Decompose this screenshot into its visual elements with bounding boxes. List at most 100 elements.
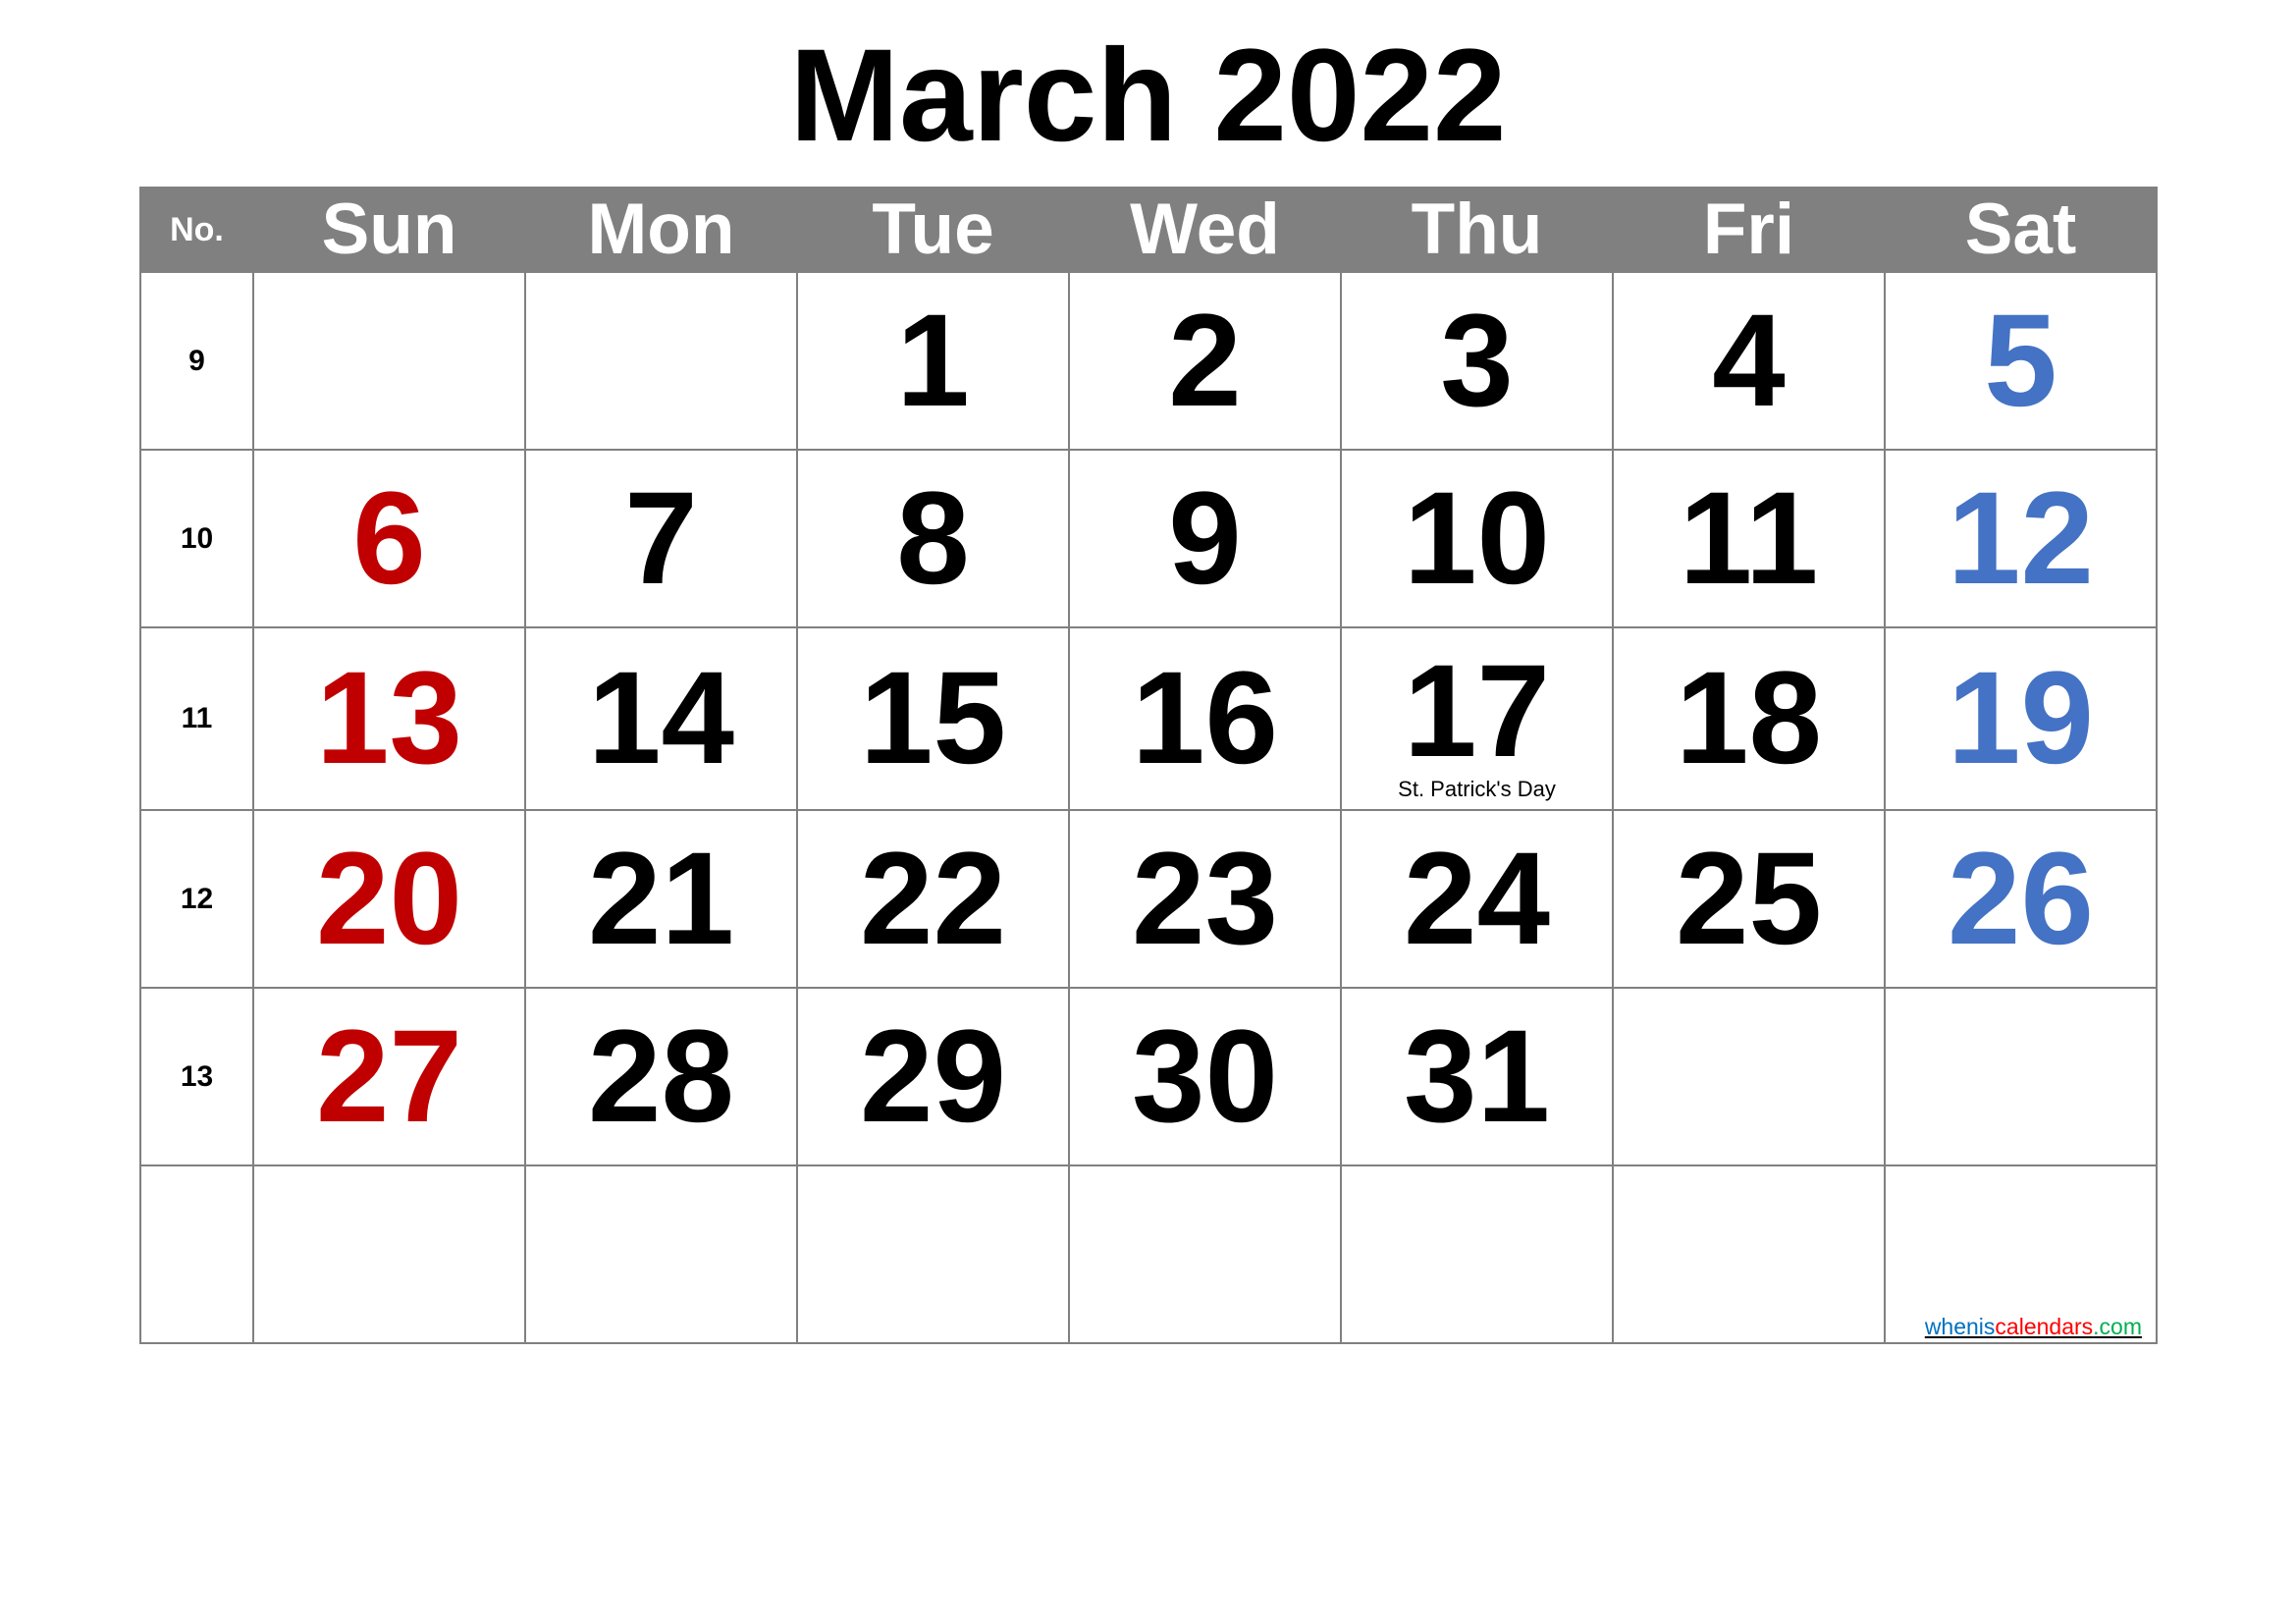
weekday-header-thu: Thu: [1340, 187, 1614, 273]
day-number: 19: [1947, 645, 2095, 791]
week-row: 10 6 7 8 9 10 11 12: [139, 449, 2158, 628]
day-cell-tue[interactable]: [796, 1164, 1070, 1344]
day-cell-thu[interactable]: 10: [1340, 449, 1614, 628]
weekday-header-mon: Mon: [524, 187, 798, 273]
day-number: 16: [1131, 645, 1279, 791]
day-number: 24: [1403, 825, 1551, 972]
day-number: 31: [1403, 1002, 1551, 1150]
day-number: 6: [352, 464, 426, 612]
day-number: 13: [315, 645, 463, 791]
week-number: 13: [139, 987, 254, 1166]
day-cell-fri[interactable]: 25: [1612, 809, 1886, 989]
day-number: 26: [1947, 825, 2095, 972]
weekday-header-row: No. Sun Mon Tue Wed Thu Fri Sat: [139, 187, 2158, 273]
day-cell-sat[interactable]: 12: [1884, 449, 2158, 628]
day-cell-tue[interactable]: 8: [796, 449, 1070, 628]
day-number: 12: [1947, 464, 2095, 612]
day-cell-wed[interactable]: 2: [1068, 271, 1342, 451]
day-cell-wed[interactable]: 16: [1068, 626, 1342, 811]
day-cell-sat[interactable]: [1884, 987, 2158, 1166]
day-cell-sun[interactable]: 6: [252, 449, 526, 628]
day-number: 25: [1675, 825, 1823, 972]
week-number: 12: [139, 809, 254, 989]
day-cell-mon[interactable]: [524, 271, 798, 451]
day-cell-sat[interactable]: 5: [1884, 271, 2158, 451]
day-cell-sun[interactable]: 27: [252, 987, 526, 1166]
day-cell-mon[interactable]: 21: [524, 809, 798, 989]
day-number: 2: [1168, 287, 1242, 434]
day-number: 5: [1984, 287, 2057, 434]
day-number: 4: [1712, 287, 1786, 434]
day-number: 10: [1403, 464, 1551, 612]
weekday-header-wed: Wed: [1068, 187, 1342, 273]
day-cell-fri[interactable]: 18: [1612, 626, 1886, 811]
day-number: 9: [1168, 464, 1242, 612]
week-number: [139, 1164, 254, 1344]
day-cell-tue[interactable]: 22: [796, 809, 1070, 989]
day-cell-fri[interactable]: [1612, 987, 1886, 1166]
website-link-part1[interactable]: whenis: [1925, 1314, 1996, 1339]
day-cell-fri[interactable]: [1612, 1164, 1886, 1344]
day-cell-mon[interactable]: 28: [524, 987, 798, 1166]
day-cell-sun[interactable]: [252, 271, 526, 451]
day-number: 23: [1131, 825, 1279, 972]
week-number-header: No.: [139, 187, 254, 273]
day-cell-wed[interactable]: 9: [1068, 449, 1342, 628]
day-number: 1: [896, 287, 970, 434]
day-cell-mon[interactable]: 14: [524, 626, 798, 811]
day-cell-thu[interactable]: 3: [1340, 271, 1614, 451]
week-number: 10: [139, 449, 254, 628]
day-cell-mon[interactable]: 7: [524, 449, 798, 628]
day-cell-wed[interactable]: 30: [1068, 987, 1342, 1166]
day-number: 14: [587, 645, 735, 791]
calendar-grid: No. Sun Mon Tue Wed Thu Fri Sat 9 1 2 3 4 5 10…: [139, 187, 2158, 1344]
day-number: 11: [1679, 464, 1819, 612]
week-number: 9: [139, 271, 254, 451]
day-cell-thu[interactable]: 24: [1340, 809, 1614, 989]
day-cell-fri[interactable]: 4: [1612, 271, 1886, 451]
day-number: 17: [1403, 638, 1551, 785]
day-cell-wed[interactable]: 23: [1068, 809, 1342, 989]
weekday-header-fri: Fri: [1612, 187, 1886, 273]
day-cell-fri[interactable]: 11: [1612, 449, 1886, 628]
website-link-part2[interactable]: calendars: [1995, 1314, 2093, 1339]
week-row: 13 27 28 29 30 31: [139, 987, 2158, 1166]
day-number: 7: [624, 464, 698, 612]
day-cell-sat[interactable]: 19: [1884, 626, 2158, 811]
day-cell-sat[interactable]: 26: [1884, 809, 2158, 989]
weekday-header-tue: Tue: [796, 187, 1070, 273]
weekday-header-sun: Sun: [252, 187, 526, 273]
day-cell-tue[interactable]: 1: [796, 271, 1070, 451]
day-cell-thu[interactable]: [1340, 1164, 1614, 1344]
website-link-part3[interactable]: .com: [2093, 1314, 2142, 1339]
day-cell-sun[interactable]: [252, 1164, 526, 1344]
day-number: 27: [315, 1002, 463, 1150]
holiday-label: St. Patrick's Day: [1398, 777, 1556, 801]
website-link[interactable]: wheniscalendars.com: [1925, 1314, 2142, 1340]
week-row: 9 1 2 3 4 5: [139, 271, 2158, 451]
week-number: 11: [139, 626, 254, 811]
day-number: 15: [859, 645, 1007, 791]
day-cell-tue[interactable]: 15: [796, 626, 1070, 811]
day-cell-sun[interactable]: 20: [252, 809, 526, 989]
day-number: 21: [587, 825, 735, 972]
day-cell-wed[interactable]: [1068, 1164, 1342, 1344]
week-row: 11 13 14 15 16 17 St. Patrick's Day 18 19: [139, 626, 2158, 811]
week-row: wheniscalendars.com: [139, 1164, 2158, 1344]
day-number: 8: [896, 464, 970, 612]
day-cell-sat[interactable]: wheniscalendars.com: [1884, 1164, 2158, 1344]
day-number: 3: [1440, 287, 1514, 434]
day-cell-thu[interactable]: 17 St. Patrick's Day: [1340, 626, 1614, 811]
weekday-header-sat: Sat: [1884, 187, 2158, 273]
day-number: 29: [859, 1002, 1007, 1150]
week-row: 12 20 21 22 23 24 25 26: [139, 809, 2158, 989]
day-cell-sun[interactable]: 13: [252, 626, 526, 811]
day-cell-tue[interactable]: 29: [796, 987, 1070, 1166]
day-number: 20: [315, 825, 463, 972]
calendar-title: March 2022: [789, 23, 1507, 169]
day-number: 28: [587, 1002, 735, 1150]
day-number: 18: [1675, 645, 1823, 791]
day-cell-mon[interactable]: [524, 1164, 798, 1344]
day-number: 22: [859, 825, 1007, 972]
day-cell-thu[interactable]: 31: [1340, 987, 1614, 1166]
